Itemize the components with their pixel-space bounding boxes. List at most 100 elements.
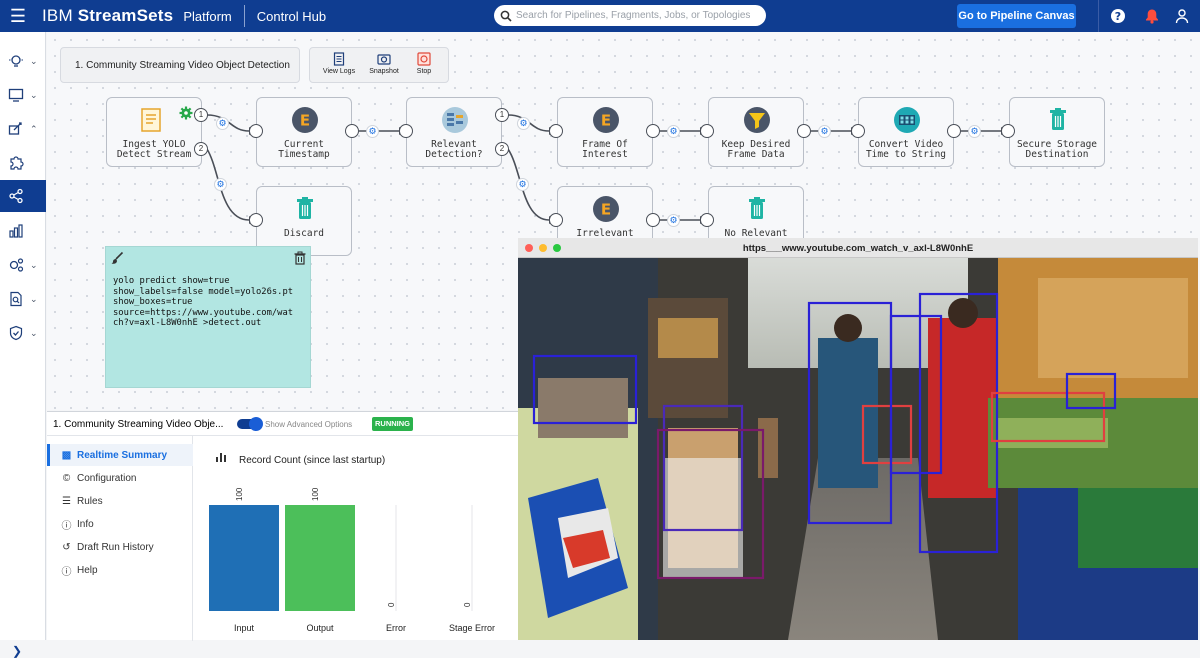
edge-settings-gear-icon[interactable]: ⚙ xyxy=(667,125,680,138)
trash-icon xyxy=(297,197,313,219)
search-input[interactable] xyxy=(516,10,756,21)
document-icon xyxy=(333,52,345,66)
nav-set-up[interactable]: ⌄ xyxy=(0,80,46,110)
input-port[interactable] xyxy=(1001,124,1015,138)
notification-bell-icon[interactable] xyxy=(1144,8,1160,24)
stage-relevant-detection[interactable]: Relevant Detection? xyxy=(406,97,502,167)
input-port[interactable] xyxy=(399,124,413,138)
edge-settings-gear-icon[interactable]: ⚙ xyxy=(818,125,831,138)
stage-convert-video-time[interactable]: Convert Video Time to String xyxy=(858,97,954,167)
chevron-down-icon: ⌄ xyxy=(30,89,38,100)
platform-label: Platform xyxy=(183,8,232,24)
video-preview-window[interactable]: https___www.youtube.com_watch_v_axl-L8W0… xyxy=(518,238,1198,640)
output-port[interactable] xyxy=(947,124,961,138)
video-frame xyxy=(518,258,1198,640)
output-port[interactable] xyxy=(646,213,660,227)
menu-realtime-summary[interactable]: ▩ Realtime Summary xyxy=(47,444,193,466)
output-port-2[interactable]: 2 xyxy=(495,142,509,156)
view-logs-button[interactable]: View Logs xyxy=(317,52,361,75)
global-search[interactable] xyxy=(494,5,766,26)
help-icon[interactable]: ? xyxy=(1110,8,1126,24)
header-divider-right xyxy=(1098,0,1099,32)
nav-pipelines[interactable] xyxy=(0,180,46,212)
output-port[interactable] xyxy=(345,124,359,138)
output-port-2[interactable]: 2 xyxy=(194,142,208,156)
chevron-down-icon: ⌄ xyxy=(30,293,38,304)
svg-text:E: E xyxy=(601,201,611,219)
nav-fragments[interactable] xyxy=(0,148,46,178)
stop-button[interactable]: Stop xyxy=(402,52,446,75)
output-port[interactable] xyxy=(797,124,811,138)
menu-configuration[interactable]: © Configuration xyxy=(47,467,193,489)
go-to-pipeline-canvas-button[interactable]: Go to Pipeline Canvas xyxy=(957,4,1076,28)
input-port[interactable] xyxy=(249,213,263,227)
chart-title: Record Count (since last startup) xyxy=(239,455,386,466)
snapshot-button[interactable]: Snapshot xyxy=(362,52,406,75)
stage-frame-of-interest[interactable]: E Frame Of Interest xyxy=(557,97,653,167)
bar-chart-icon: ▩ xyxy=(61,449,72,461)
bar-output[interactable] xyxy=(285,505,355,611)
list-icon: ☰ xyxy=(62,495,71,507)
bar-input[interactable] xyxy=(209,505,279,611)
nav-build[interactable]: ⌃ xyxy=(0,114,46,144)
stage-secure-storage-destination[interactable]: Secure Storage Destination xyxy=(1009,97,1105,167)
nav-getting-started[interactable]: ⌄ xyxy=(0,46,46,76)
trash-icon xyxy=(749,197,765,219)
nav-reports[interactable] xyxy=(0,216,46,246)
stage-label-line1: Discard xyxy=(283,228,325,239)
input-port[interactable] xyxy=(249,124,263,138)
bottom-detail-panel: 1. Community Streaming Video Obje... Sho… xyxy=(47,411,518,641)
stage-label-line2: Detection? xyxy=(425,149,483,160)
stage-ingest-yolo[interactable]: Ingest YOLO Detect Stream xyxy=(106,97,202,167)
bar-chart-icon xyxy=(216,453,226,462)
expand-nav-chevron-icon[interactable]: ❯ xyxy=(12,644,22,658)
edge-settings-gear-icon[interactable]: ⚙ xyxy=(366,125,379,138)
svg-text:E: E xyxy=(300,112,310,130)
nav-run[interactable]: ⌄ xyxy=(0,250,46,280)
header-divider xyxy=(243,5,245,27)
menu-info[interactable]: ⓘ Info xyxy=(47,513,193,535)
brand-logo[interactable]: IBM StreamSets xyxy=(42,6,173,26)
gear-icon[interactable] xyxy=(179,106,193,120)
edge-settings-gear-icon[interactable]: ⚙ xyxy=(667,214,680,227)
input-port[interactable] xyxy=(549,124,563,138)
script-document-icon xyxy=(141,108,161,132)
copyright-config-icon: © xyxy=(62,472,71,484)
input-port[interactable] xyxy=(851,124,865,138)
menu-label: Help xyxy=(77,564,98,576)
trash-delete-icon[interactable] xyxy=(293,251,307,265)
output-port[interactable] xyxy=(646,124,660,138)
pipeline-share-icon xyxy=(9,188,23,204)
category-label: Stage Error xyxy=(449,623,495,633)
input-port[interactable] xyxy=(549,213,563,227)
stop-icon xyxy=(417,52,431,66)
puzzle-icon xyxy=(10,156,24,170)
filter-funnel-icon xyxy=(744,107,770,133)
nav-monitor[interactable]: ⌄ xyxy=(0,284,46,314)
nav-manage[interactable]: ⌄ xyxy=(0,318,46,348)
advanced-options-toggle[interactable] xyxy=(237,417,263,431)
input-port[interactable] xyxy=(700,124,714,138)
output-port-1[interactable]: 1 xyxy=(194,108,208,122)
menu-help[interactable]: ⓘ Help xyxy=(47,559,193,581)
stage-keep-desired-frame-data[interactable]: Keep Desired Frame Data xyxy=(708,97,804,167)
user-profile-icon[interactable] xyxy=(1174,8,1190,24)
hamburger-menu-icon[interactable]: ☰ xyxy=(6,6,30,27)
input-port[interactable] xyxy=(700,213,714,227)
menu-rules[interactable]: ☰ Rules xyxy=(47,490,193,512)
product-name: Control Hub xyxy=(256,8,327,24)
edge-settings-gear-icon[interactable]: ⚙ xyxy=(516,178,529,191)
output-port-1[interactable]: 1 xyxy=(495,108,509,122)
pipeline-title: 1. Community Streaming Video Object Dete… xyxy=(60,47,300,83)
stage-label: Relevant Detection? xyxy=(407,140,501,160)
edge-settings-gear-icon[interactable]: ⚙ xyxy=(214,178,227,191)
stage-current-timestamp[interactable]: E Current Timestamp xyxy=(256,97,352,167)
svg-text:?: ? xyxy=(1115,10,1121,23)
edge-settings-gear-icon[interactable]: ⚙ xyxy=(968,125,981,138)
edge-settings-gear-icon[interactable]: ⚙ xyxy=(517,117,530,130)
paintbrush-icon[interactable] xyxy=(110,251,124,265)
sticky-note[interactable]: yolo predict show=true show_labels=false… xyxy=(105,246,311,388)
menu-draft-run-history[interactable]: ↺ Draft Run History xyxy=(47,536,193,558)
edge-settings-gear-icon[interactable]: ⚙ xyxy=(216,117,229,130)
window-title-bar[interactable]: https___www.youtube.com_watch_v_axl-L8W0… xyxy=(518,238,1198,258)
